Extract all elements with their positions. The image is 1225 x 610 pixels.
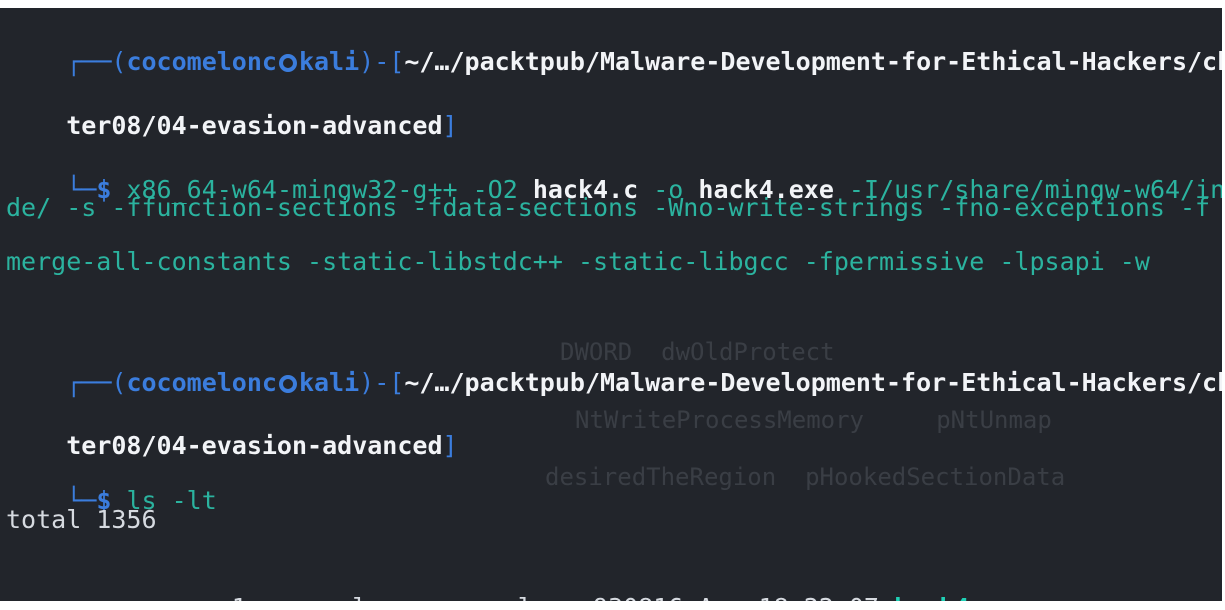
kali-skull-icon: [278, 54, 297, 72]
output-listing-row: -rwxr-xr-x 1 cocomelonc cocomelonc 93081…: [6, 554, 1029, 601]
prompt-line-3: ┌──(cocomelonc kali)-[~/…/packtpub/Malwar…: [6, 329, 1222, 397]
prompt-line-4: ter08/04-evasion-advanced]: [6, 392, 457, 460]
listing-filename: hack4.exe: [894, 593, 1029, 601]
command-line-1: └─$ x86_64-w64-mingw32-g++ -O2 hack4.c -…: [6, 136, 1222, 204]
prompt-line-2: ter08/04-evasion-advanced]: [6, 72, 457, 140]
output-total: total 1356: [6, 505, 157, 534]
kali-skull-icon-2: [278, 375, 297, 393]
prompt-bracket-close-2: ]: [442, 431, 458, 460]
ghost-text-3: desiredTheRegion pHookedSectionData: [545, 463, 1066, 491]
command-line-3: merge-all-constants -static-libstdc++ -s…: [6, 247, 1150, 276]
terminal-window[interactable]: DWORD dwOldProtect NtWriteProcessMemory …: [0, 8, 1222, 601]
command-line-ls: └─$ ls -lt: [6, 447, 217, 515]
prompt-line-1: ┌──(cocomelonc kali)-[~/…/packtpub/Malwar…: [6, 8, 1222, 76]
command-line-2: de/ -s -ffunction-sections -fdata-sectio…: [6, 193, 1211, 222]
prompt-path-part1-2: ~/…/packtpub/Malware-Development-for-Eth…: [404, 368, 1222, 397]
prompt-path-part1: ~/…/packtpub/Malware-Development-for-Eth…: [404, 47, 1222, 76]
ghost-text-2: NtWriteProcessMemory pNtUnmap: [575, 406, 1052, 434]
listing-details: -rwxr-xr-x 1 cocomelonc cocomelonc 93081…: [66, 593, 894, 601]
